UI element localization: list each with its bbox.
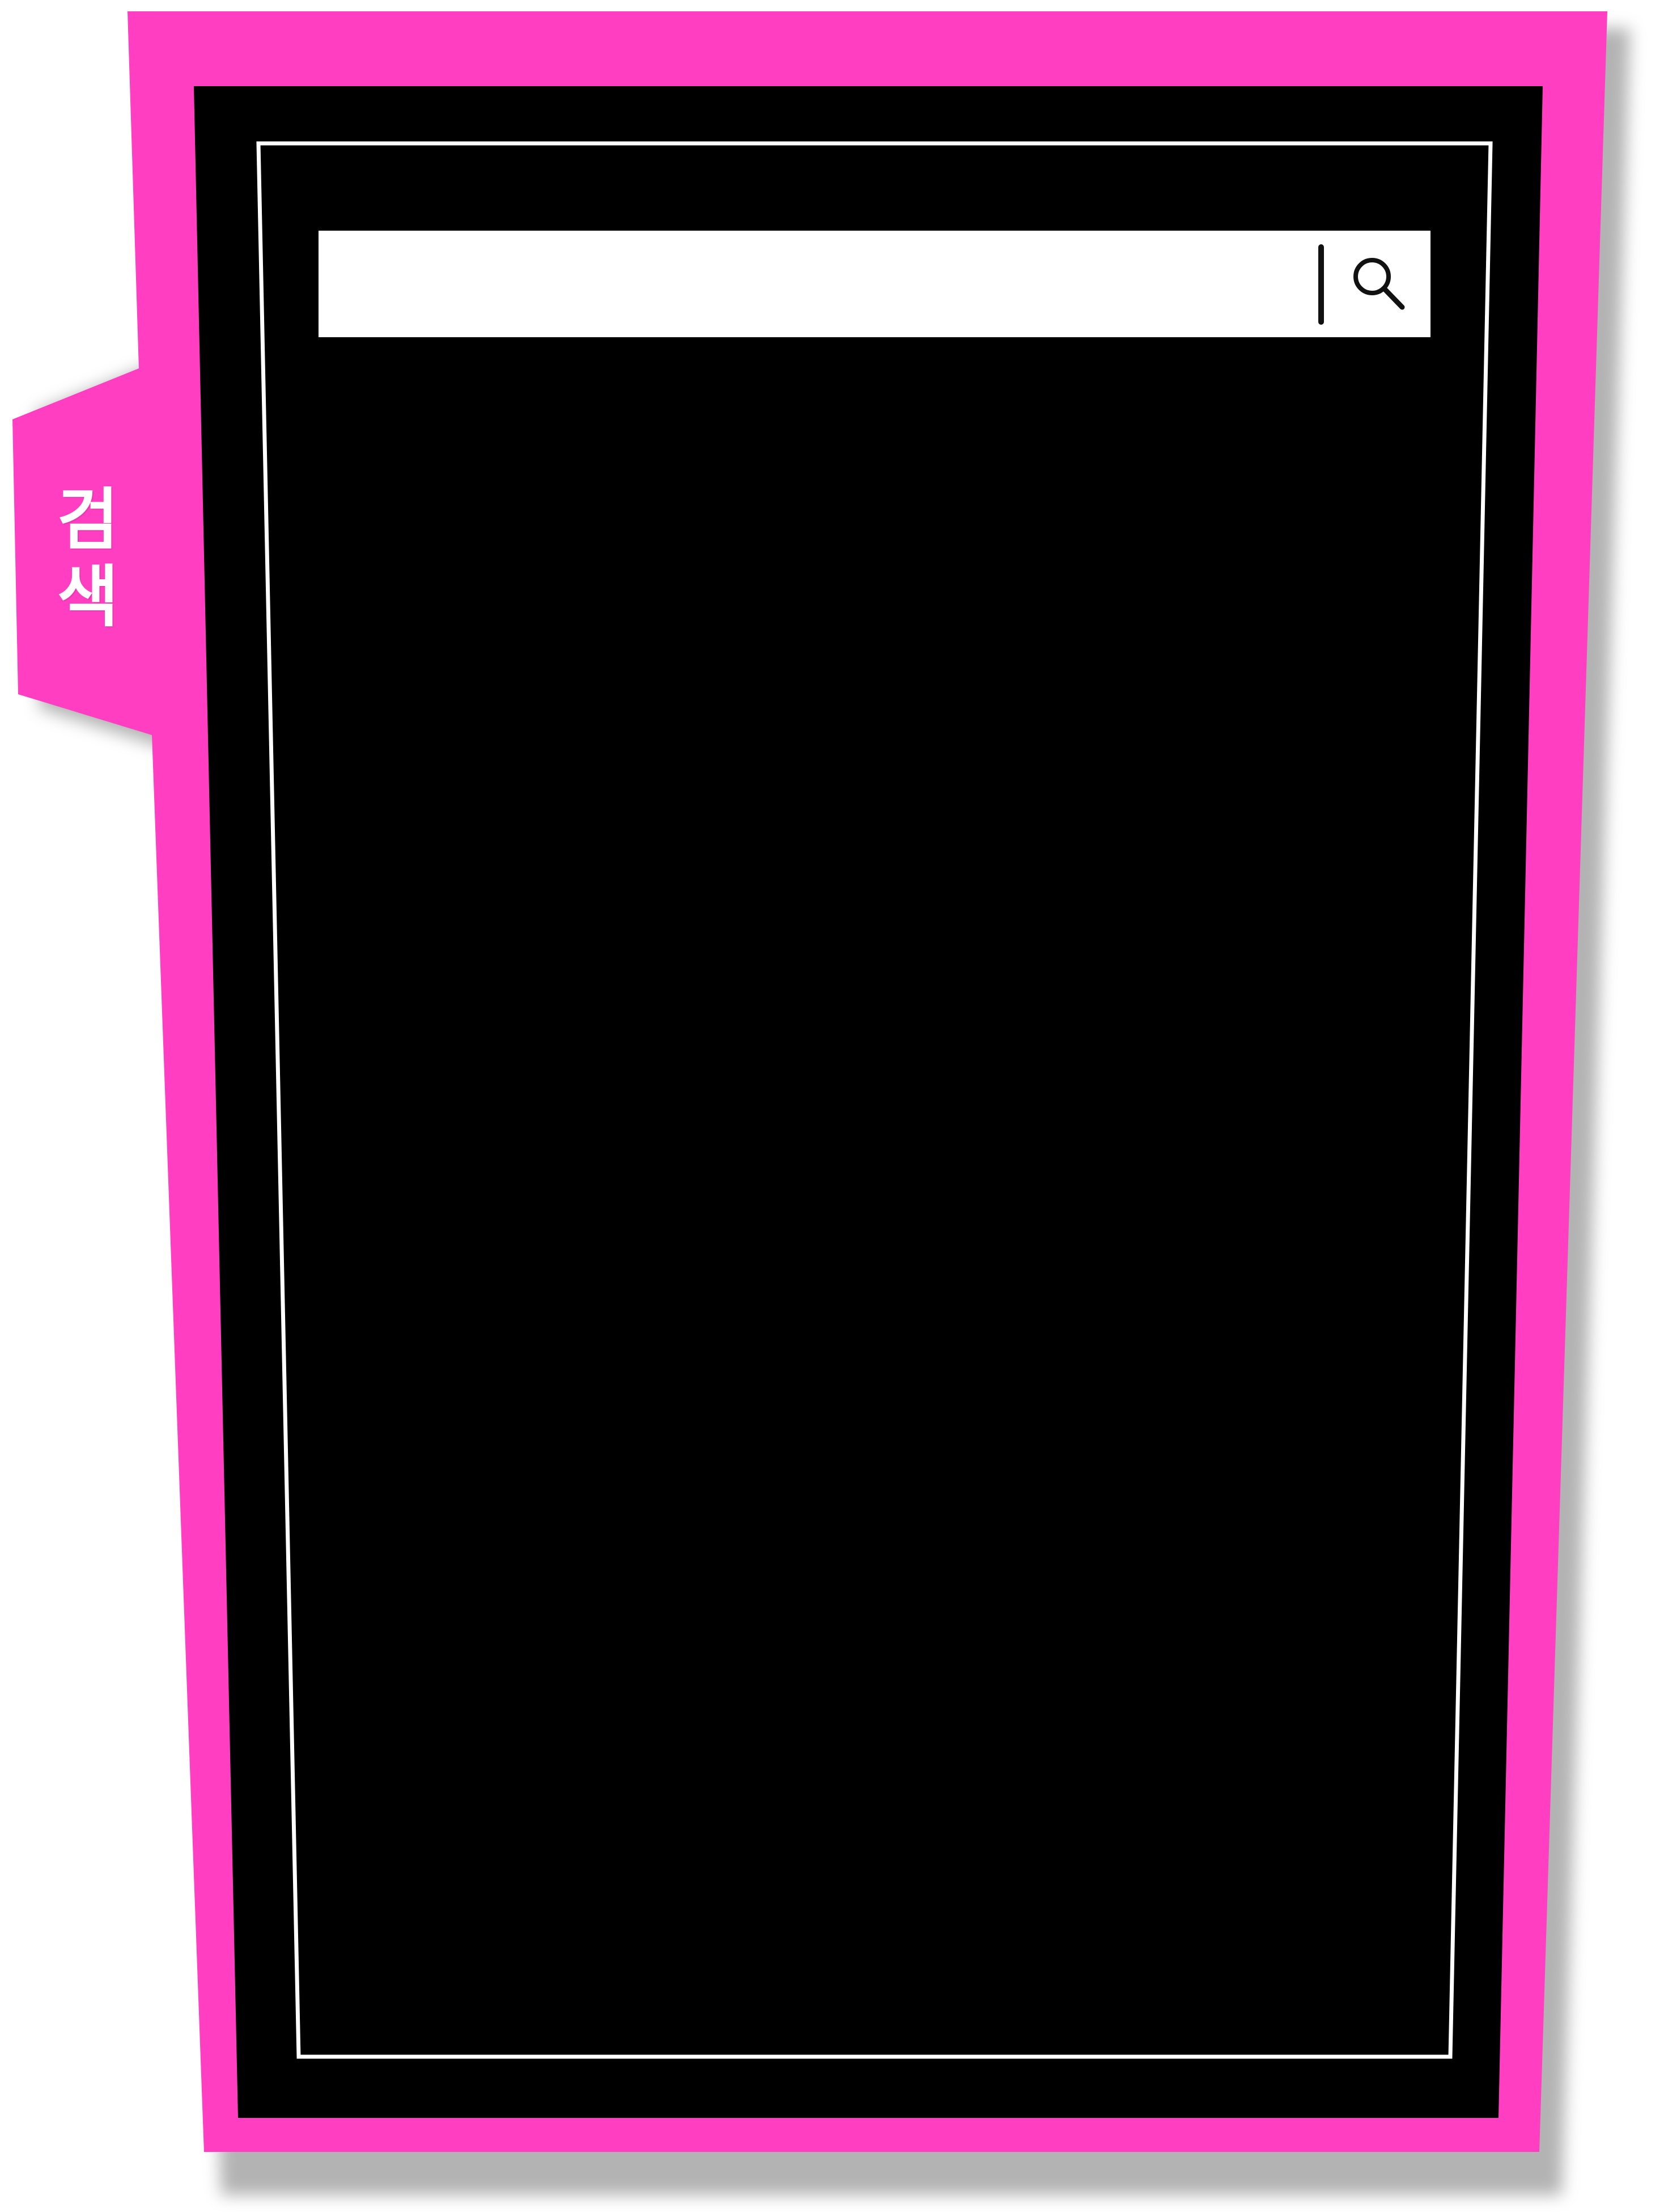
tab-char-2: 색 bbox=[57, 558, 119, 636]
search-input[interactable] bbox=[319, 231, 1316, 337]
search-bar bbox=[319, 231, 1430, 337]
search-icon bbox=[1353, 258, 1405, 310]
search-tab[interactable]: 검 색 bbox=[23, 465, 153, 652]
search-button[interactable] bbox=[1339, 244, 1419, 325]
black-panel bbox=[194, 86, 1543, 2118]
search-card: 검 색 bbox=[0, 0, 1664, 2212]
tab-char-1: 검 bbox=[57, 481, 119, 559]
text-cursor bbox=[1318, 244, 1324, 325]
